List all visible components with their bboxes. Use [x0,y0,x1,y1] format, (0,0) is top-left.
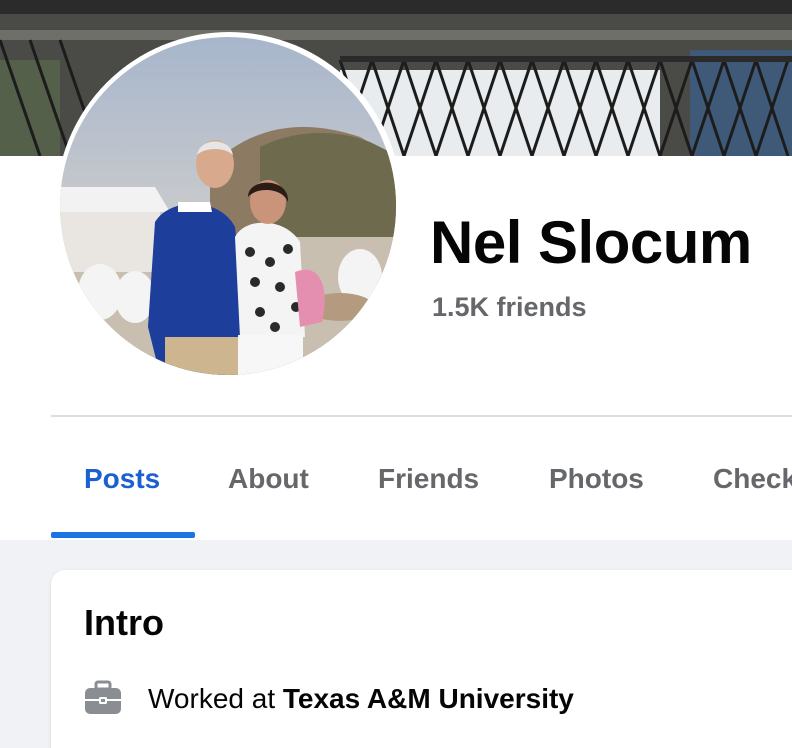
friends-count-link[interactable]: 1.5K friends [432,292,587,323]
profile-tabs: Posts About Friends Photos Check [51,440,792,540]
tab-friends[interactable]: Friends [378,440,479,538]
tab-posts[interactable]: Posts [84,440,160,538]
intro-work-item: Worked at Texas A&M University [81,680,781,720]
intro-work-text: Worked at Texas A&M University [148,683,574,715]
profile-avatar[interactable] [60,37,396,375]
work-prefix: Worked at [148,683,283,714]
intro-card: Intro Worked at Texas A&M University [51,570,792,748]
profile-photo-image [60,37,396,375]
tab-photos[interactable]: Photos [549,440,644,538]
work-place-link[interactable]: Texas A&M University [283,683,574,714]
intro-title: Intro [84,602,164,643]
active-tab-indicator [51,532,195,538]
profile-name: Nel Slocum [430,209,752,276]
tab-check-ins[interactable]: Check [713,440,792,538]
tab-about[interactable]: About [228,440,309,538]
header-divider [51,415,792,417]
briefcase-icon [85,680,121,714]
